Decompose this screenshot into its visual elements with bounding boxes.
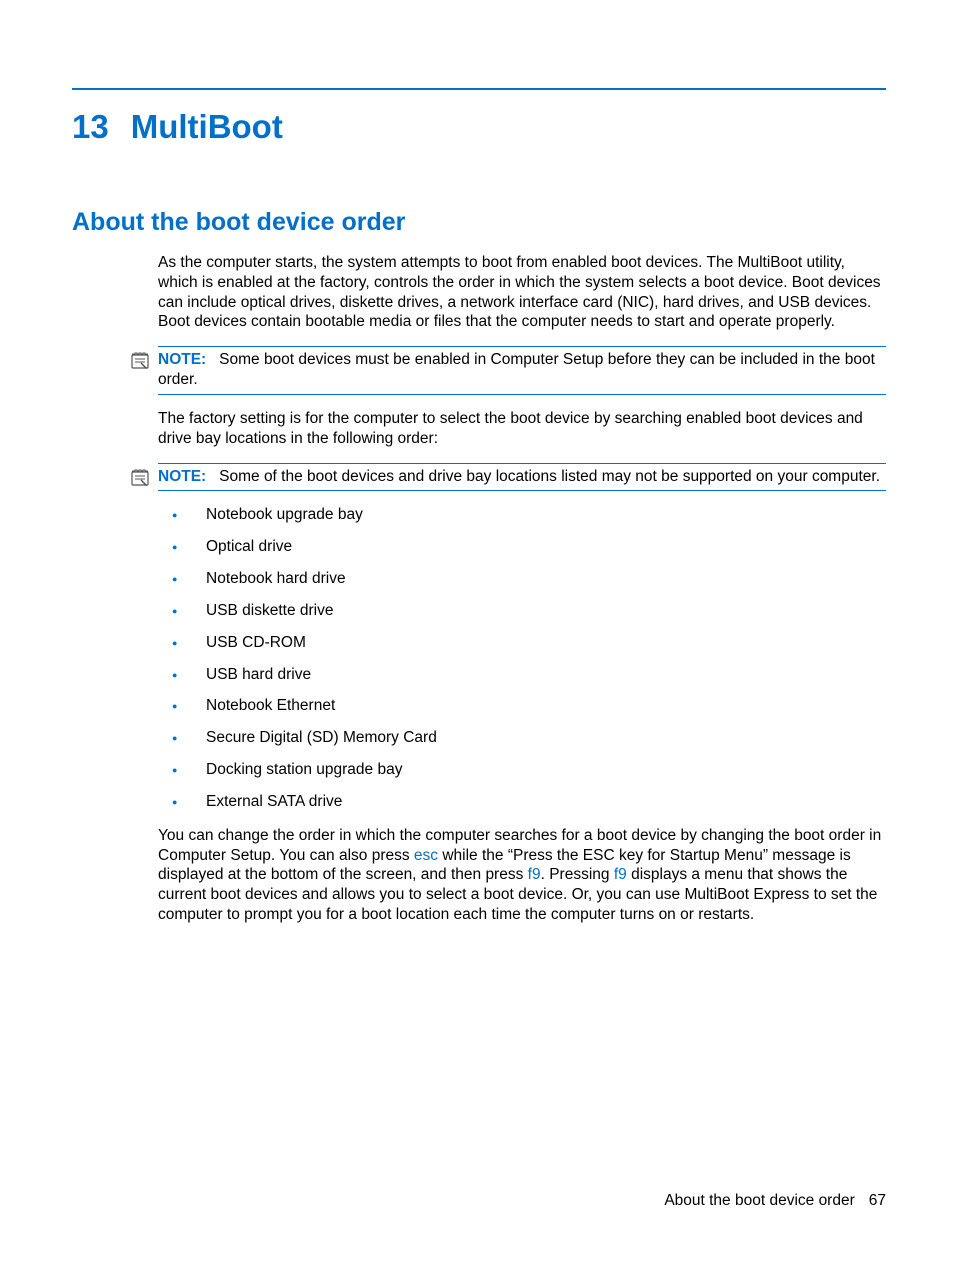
keycap-f9: f9 [528, 866, 541, 883]
keycap-f9: f9 [614, 866, 627, 883]
chapter-number: 13 [72, 108, 109, 145]
intro-paragraph: As the computer starts, the system attem… [158, 253, 886, 332]
change-order-paragraph: You can change the order in which the co… [158, 826, 886, 925]
keycap-esc: esc [414, 847, 438, 864]
chapter-rule [72, 88, 886, 90]
section-heading: About the boot device order [72, 208, 886, 237]
chapter-heading: 13 MultiBoot [72, 108, 886, 146]
para3-text: . Pressing [541, 866, 614, 883]
footer-section-title: About the boot device order [664, 1192, 854, 1209]
list-item: USB diskette drive [158, 601, 886, 621]
chapter-title: MultiBoot [131, 108, 283, 145]
note-icon [130, 350, 150, 370]
page-footer: About the boot device order 67 [664, 1192, 886, 1210]
list-item: USB CD-ROM [158, 633, 886, 653]
note-block-2: NOTE: Some of the boot devices and drive… [158, 463, 886, 492]
note-text: Some of the boot devices and drive bay l… [219, 468, 880, 485]
list-item: Optical drive [158, 537, 886, 557]
factory-setting-paragraph: The factory setting is for the computer … [158, 409, 886, 449]
note-icon [130, 467, 150, 487]
list-item: Secure Digital (SD) Memory Card [158, 728, 886, 748]
list-item: Notebook Ethernet [158, 696, 886, 716]
note-label: NOTE: [158, 351, 206, 368]
list-item: External SATA drive [158, 792, 886, 812]
note-label: NOTE: [158, 468, 206, 485]
list-item: Notebook hard drive [158, 569, 886, 589]
list-item: USB hard drive [158, 665, 886, 685]
page-content: 13MultiBoot About the boot device order … [0, 0, 954, 925]
list-item: Notebook upgrade bay [158, 505, 886, 525]
boot-order-list: Notebook upgrade bay Optical drive Noteb… [158, 505, 886, 811]
list-item: Docking station upgrade bay [158, 760, 886, 780]
note-text: Some boot devices must be enabled in Com… [158, 351, 875, 388]
page-number: 67 [869, 1192, 886, 1209]
note-block-1: NOTE: Some boot devices must be enabled … [158, 346, 886, 395]
